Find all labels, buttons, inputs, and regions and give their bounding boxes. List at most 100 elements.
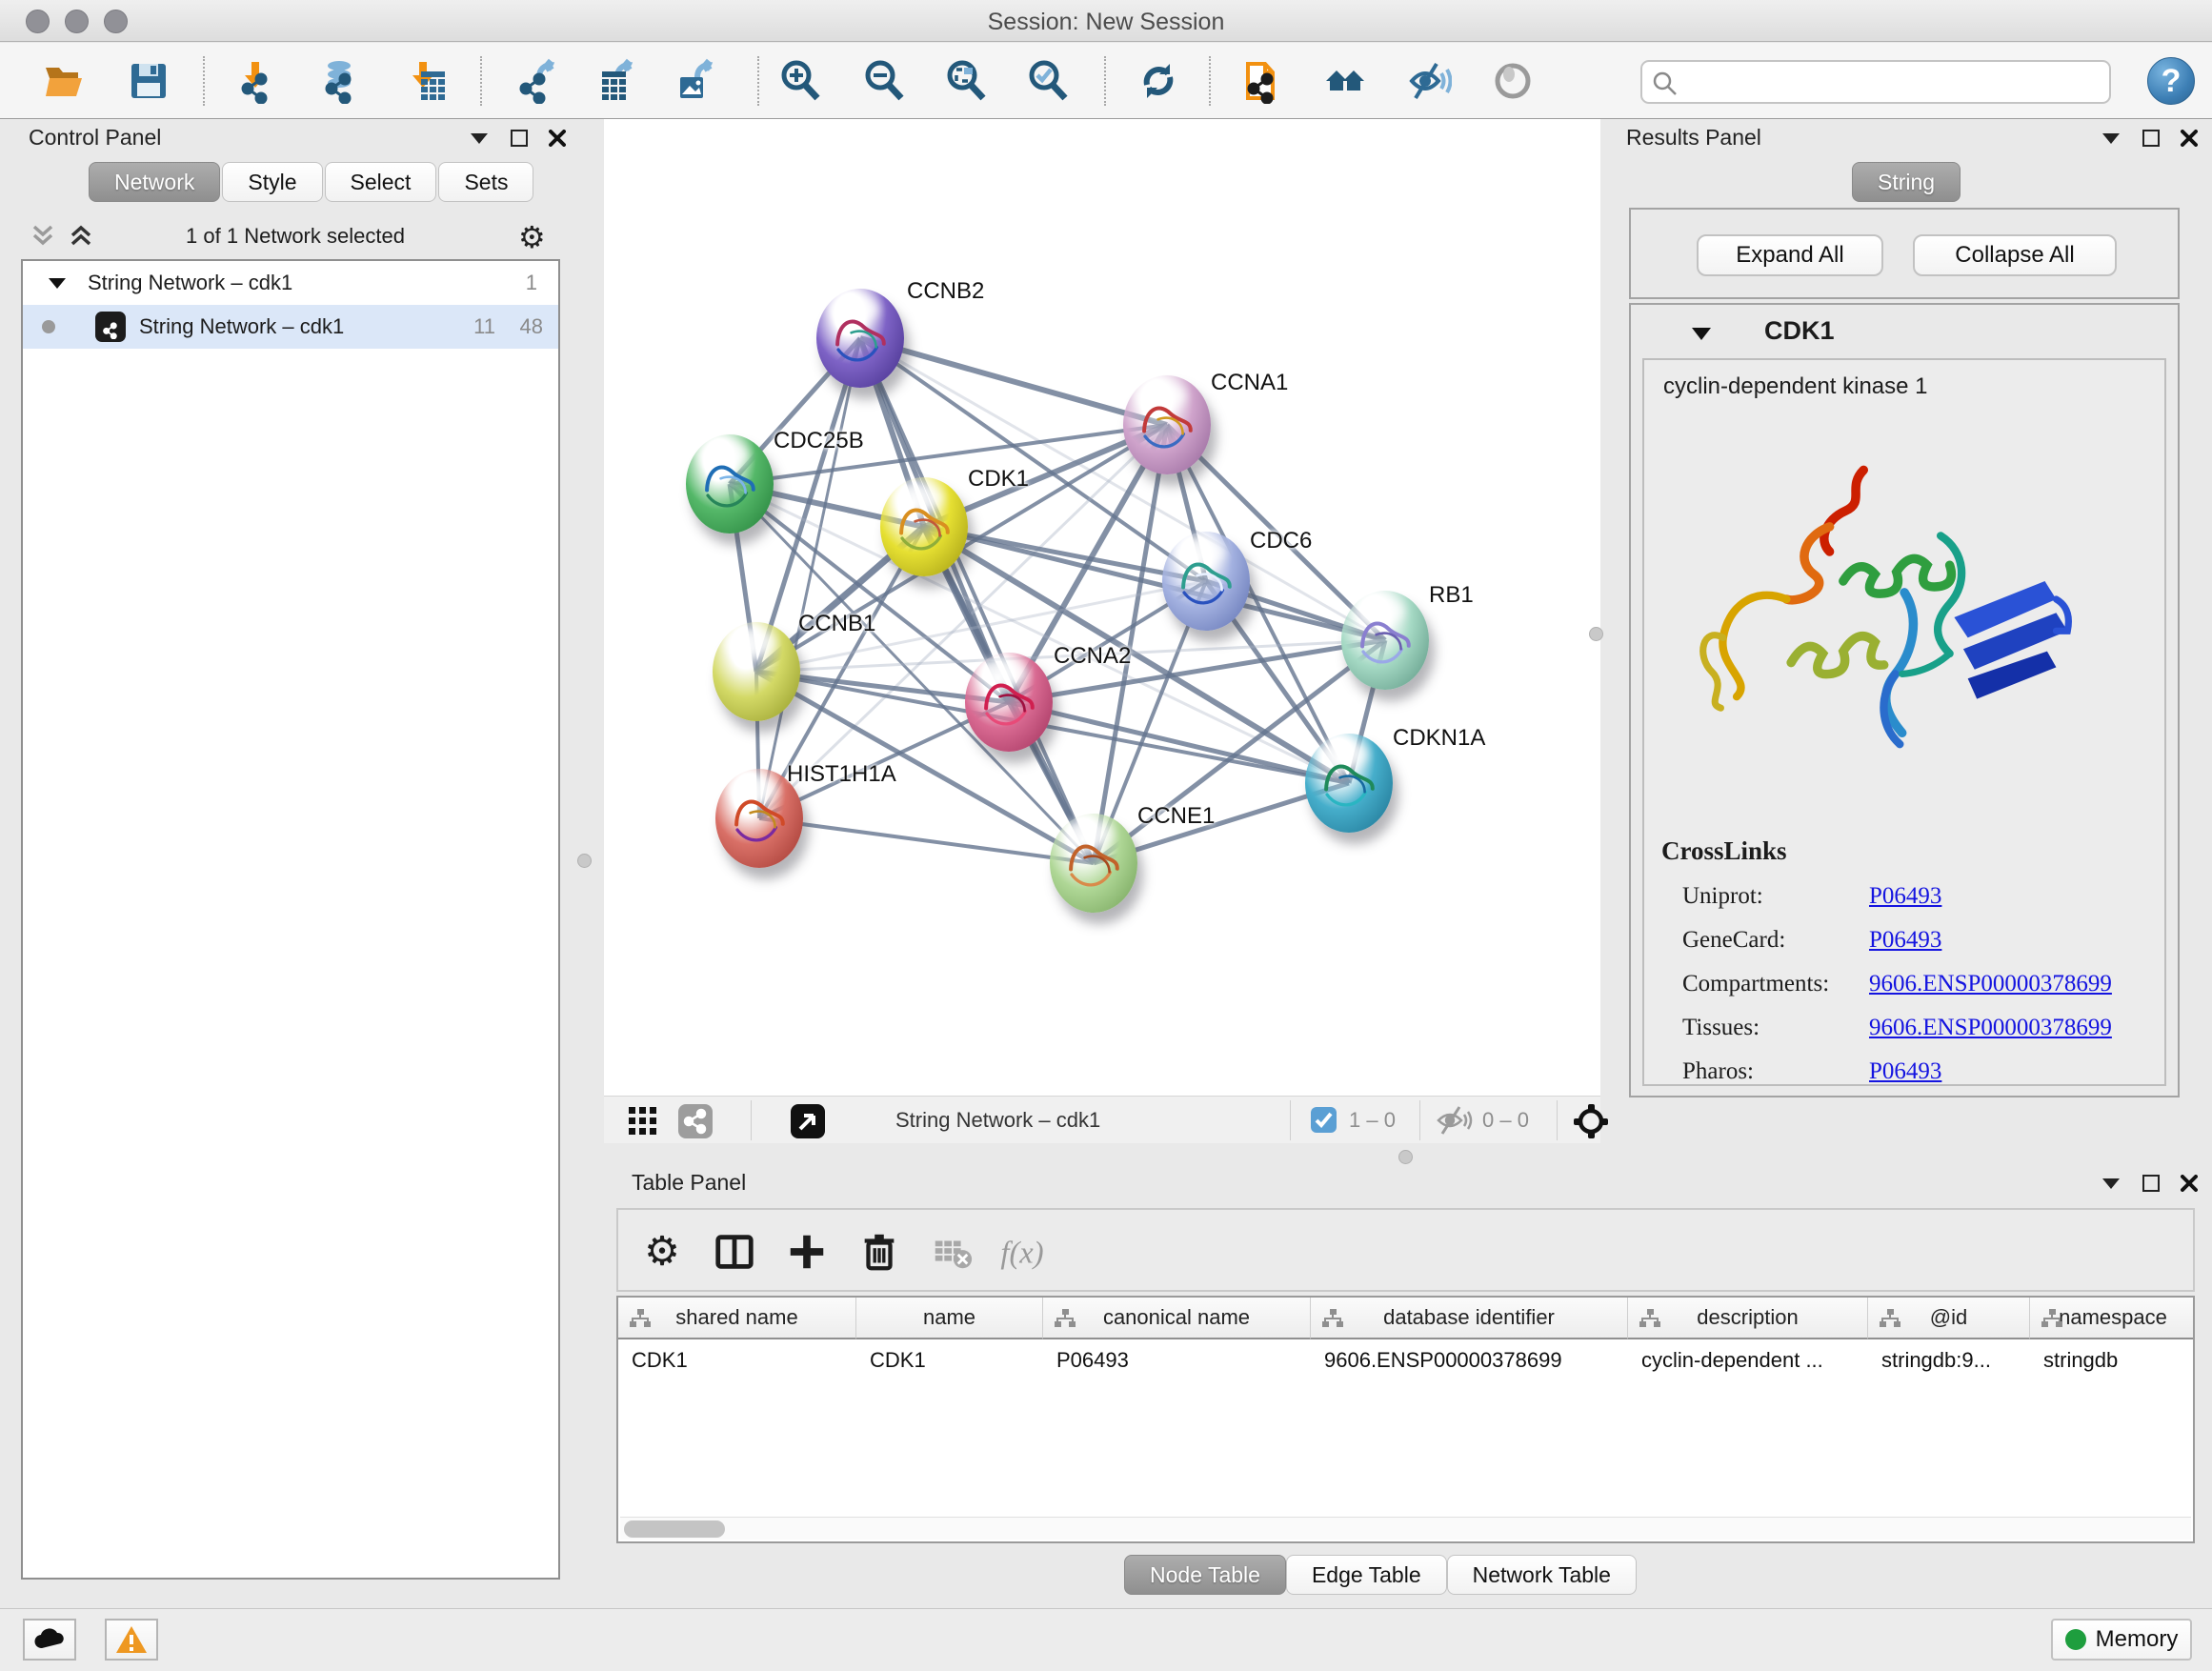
memory-button[interactable]: Memory: [2051, 1619, 2192, 1661]
panel-close-icon[interactable]: [2181, 130, 2198, 147]
node-CCNB2[interactable]: [816, 289, 904, 388]
column-header-canonical-name[interactable]: canonical name: [1043, 1298, 1311, 1339]
cell-database-identifier[interactable]: 9606.ENSP00000378699: [1311, 1341, 1628, 1379]
node-CDC6[interactable]: [1162, 532, 1250, 631]
tab-edge-table[interactable]: Edge Table: [1286, 1555, 1447, 1595]
column-header-description[interactable]: description: [1628, 1298, 1868, 1339]
zoom-out-button[interactable]: [857, 54, 911, 108]
search-input[interactable]: [1684, 64, 2103, 100]
node-CDC25B[interactable]: [686, 434, 774, 534]
import-database-button[interactable]: [312, 54, 366, 108]
panel-float-icon[interactable]: [2142, 1175, 2160, 1192]
cell-shared-name[interactable]: CDK1: [618, 1341, 856, 1379]
cloud-button[interactable]: [23, 1619, 76, 1661]
tree-expand-all-icon[interactable]: [67, 221, 95, 254]
tab-select[interactable]: Select: [325, 162, 437, 202]
share-document-button[interactable]: [1235, 54, 1288, 108]
settings-button[interactable]: ⚙: [635, 1225, 689, 1278]
horizontal-splitter-handle[interactable]: [1398, 1150, 1413, 1164]
network-canvas[interactable]: CCNB2 CCNA1 CDC25B CDK1 CDC6 RB1 CCNB1 C…: [604, 119, 1600, 1096]
add-button[interactable]: [780, 1225, 834, 1278]
crosslink-value-link[interactable]: 9606.ENSP00000378699: [1869, 1015, 2112, 1041]
open-session-button[interactable]: [38, 54, 91, 108]
column-header-namespace[interactable]: namespace: [2030, 1298, 2195, 1339]
tree-row-collection[interactable]: String Network – cdk1 1: [23, 261, 558, 305]
column-header-shared-name[interactable]: shared name: [618, 1298, 856, 1339]
columns-button[interactable]: [708, 1225, 761, 1278]
tab-network-table[interactable]: Network Table: [1447, 1555, 1637, 1595]
show-all-button[interactable]: [1486, 54, 1539, 108]
tab-sets[interactable]: Sets: [438, 162, 533, 202]
help-button[interactable]: ?: [2147, 57, 2195, 105]
fit-selection-crosshair-icon[interactable]: [1572, 1102, 1610, 1146]
node-CCNB1[interactable]: [713, 622, 800, 721]
tab-node-table[interactable]: Node Table: [1124, 1555, 1286, 1595]
protein-thumbnail-CCNA2: [975, 668, 1043, 736]
warnings-button[interactable]: [105, 1619, 158, 1661]
cell-name[interactable]: CDK1: [856, 1341, 1043, 1379]
zoom-selected-button[interactable]: [1021, 54, 1075, 108]
grid-view-icon[interactable]: [629, 1107, 657, 1141]
column-header-name[interactable]: name: [856, 1298, 1043, 1339]
panel-float-icon[interactable]: [2142, 130, 2160, 147]
crosslink-value-link[interactable]: P06493: [1869, 883, 1941, 910]
crosslink-label: Compartments:: [1682, 971, 1869, 997]
node-CCNE1[interactable]: [1050, 814, 1137, 913]
tree-row-network[interactable]: String Network – cdk1 11 48: [23, 305, 558, 349]
expand-all-button[interactable]: Expand All: [1697, 234, 1883, 276]
cell-canonical-name[interactable]: P06493: [1043, 1341, 1311, 1379]
selected-checkbox-icon[interactable]: [1311, 1107, 1337, 1133]
crosslink-value-link[interactable]: P06493: [1869, 927, 1941, 954]
collapse-arrow-icon[interactable]: [48, 277, 67, 290]
edge-CCNB2-CCNA1[interactable]: [860, 338, 1167, 425]
collapse-all-button[interactable]: Collapse All: [1913, 234, 2117, 276]
edge-CCNB2-HIST1H1A[interactable]: [759, 338, 860, 818]
right-splitter-handle[interactable]: [1589, 627, 1603, 641]
delete-button[interactable]: [853, 1225, 906, 1278]
scrollbar-thumb[interactable]: [624, 1520, 725, 1538]
panel-menu-icon[interactable]: [2101, 1177, 2122, 1190]
zoom-fit-button[interactable]: [939, 54, 993, 108]
save-session-button[interactable]: [122, 54, 175, 108]
export-table-button[interactable]: [585, 54, 638, 108]
panel-menu-icon[interactable]: [469, 131, 490, 145]
refresh-button[interactable]: [1132, 54, 1185, 108]
share-view-icon[interactable]: [678, 1104, 713, 1138]
column-header-@id[interactable]: @id: [1868, 1298, 2030, 1339]
node-RB1[interactable]: [1341, 591, 1429, 690]
hidden-eye-slash-icon[interactable]: [1435, 1105, 1473, 1141]
import-table-button[interactable]: [396, 54, 450, 108]
cell-description[interactable]: cyclin-dependent ...: [1628, 1341, 1868, 1379]
panel-menu-icon[interactable]: [2101, 131, 2122, 145]
crosslinks-list: Uniprot: P06493GeneCard: P06493Compartme…: [1682, 875, 2159, 1094]
node-CDKN1A[interactable]: [1305, 734, 1393, 833]
crosslink-value-link[interactable]: 9606.ENSP00000378699: [1869, 971, 2112, 997]
export-network-button[interactable]: [507, 54, 560, 108]
import-network-button[interactable]: [229, 54, 282, 108]
panel-close-icon[interactable]: [549, 130, 566, 147]
node-CDK1[interactable]: [880, 477, 968, 576]
zoom-in-button[interactable]: [774, 54, 827, 108]
tab-style[interactable]: Style: [222, 162, 322, 202]
crosslink-value-link[interactable]: P06493: [1869, 1058, 1941, 1085]
results-buttons-box: Expand All Collapse All: [1629, 208, 2180, 299]
tree-collapse-all-icon[interactable]: [29, 221, 57, 254]
table-horizontal-scrollbar[interactable]: [620, 1517, 2191, 1540]
tab-network[interactable]: Network: [89, 162, 220, 202]
edge-HIST1H1A-CCNE1[interactable]: [759, 818, 1094, 863]
panel-close-icon[interactable]: [2181, 1175, 2198, 1192]
left-splitter-handle[interactable]: [577, 854, 592, 868]
panel-float-icon[interactable]: [511, 130, 528, 147]
birds-eye-view-icon[interactable]: [791, 1104, 825, 1138]
tab-string[interactable]: String: [1852, 162, 1961, 202]
network-options-gear-icon[interactable]: ⚙: [518, 219, 546, 255]
export-image-button[interactable]: [665, 54, 718, 108]
hide-selected-button[interactable]: [1402, 54, 1456, 108]
node-CCNA1[interactable]: [1123, 375, 1211, 474]
column-header-database-identifier[interactable]: database identifier: [1311, 1298, 1628, 1339]
entry-collapse-icon[interactable]: [1690, 326, 1713, 341]
node-CCNA2[interactable]: [965, 653, 1053, 752]
home-button[interactable]: [1318, 54, 1372, 108]
cell-@id[interactable]: stringdb:9...: [1868, 1341, 2030, 1379]
cell-namespace[interactable]: stringdb: [2030, 1341, 2195, 1379]
